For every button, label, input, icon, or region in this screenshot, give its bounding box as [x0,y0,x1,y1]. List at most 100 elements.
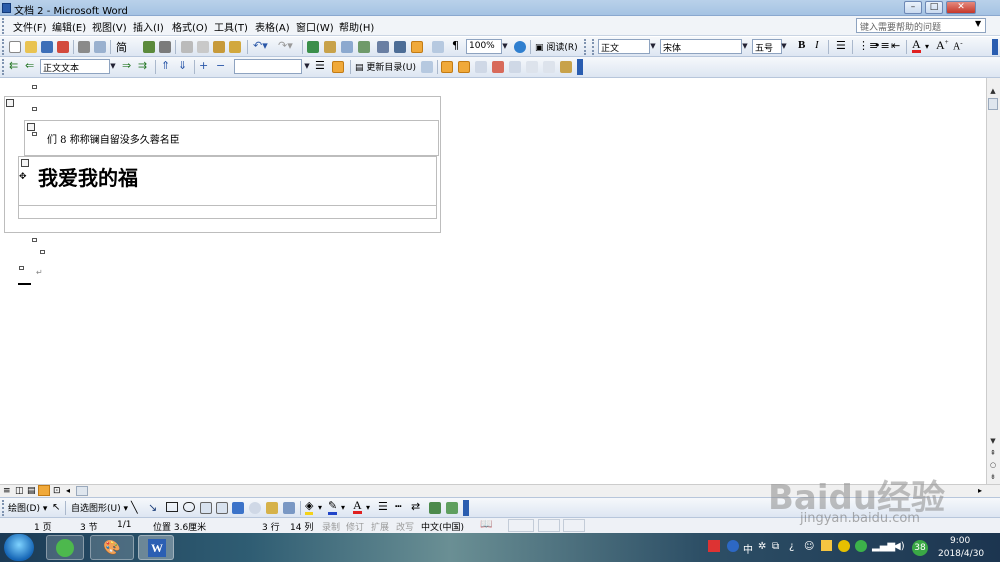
outline-expand-icon[interactable]: ✥ [19,172,27,182]
font-color-icon[interactable]: A [912,38,921,53]
simplified-chinese-icon[interactable]: 简 [116,39,127,55]
spelling-status-icon[interactable]: 📖 [480,519,492,530]
toolbar-end-grip[interactable] [584,39,587,55]
text-box-icon[interactable] [200,502,212,514]
tray-360-icon[interactable] [855,540,867,552]
bullets-icon[interactable]: •≡ [874,39,890,52]
demote-icon[interactable]: ⇒ [122,59,131,72]
italic-button[interactable]: I [815,39,819,51]
help-icon[interactable] [514,41,526,53]
tray-shield-icon[interactable]: ☺ [804,541,814,552]
expand-icon[interactable]: + [199,59,208,72]
toolbar-grip[interactable] [2,59,5,75]
toolbar-grip[interactable] [2,500,5,516]
scroll-up-icon[interactable]: ▲ [988,86,998,96]
taskbar-app-paint[interactable]: 🎨 [90,535,134,560]
taskbar-app-word[interactable]: W [138,535,174,560]
outline-level-dropdown-icon[interactable]: ▼ [108,60,118,73]
print-icon[interactable] [78,41,90,53]
permission-icon[interactable] [57,41,69,53]
toolbar-options-icon[interactable] [992,39,998,55]
menu-window[interactable]: 窗口(W) [296,19,334,34]
menu-help[interactable]: 帮助(H) [339,19,374,34]
grow-font-icon[interactable]: A+ [936,38,949,53]
insert-table-icon[interactable] [341,41,353,53]
status-overtype[interactable]: 改写 [396,520,414,533]
status-record[interactable]: 录制 [322,520,340,533]
collapse-icon[interactable]: − [216,59,225,72]
fill-color-icon[interactable]: ◈ [305,500,314,515]
tray-help-icon[interactable] [727,540,739,552]
line-style-icon[interactable]: ☰ [378,500,388,513]
line-color-dropdown-icon[interactable]: ▾ [341,503,345,512]
line-tool-icon[interactable]: ╲ [131,501,138,514]
previous-page-icon[interactable]: ⇞ [988,448,998,458]
collapse-subdocuments-icon[interactable] [458,61,470,73]
read-mode-button[interactable]: ▣ 阅读(R) [535,40,578,53]
tray-app3-icon[interactable] [838,540,850,552]
font-color-draw-dropdown-icon[interactable]: ▾ [366,503,370,512]
ime-settings-icon[interactable]: ✲ [758,541,766,552]
create-subdocument-icon[interactable] [475,61,487,73]
split-subdocument-icon[interactable] [543,61,555,73]
font-size-combo[interactable]: 五号 [752,39,782,54]
autoshapes-button[interactable]: 自选图形(U) ▾ [71,501,128,514]
move-down-icon[interactable]: ⇓ [178,59,187,72]
draw-menu-button[interactable]: 绘图(D) ▾ [8,501,47,514]
save-icon[interactable] [41,41,53,53]
rectangle-tool-icon[interactable] [166,502,178,512]
normal-view-icon[interactable]: ≡ [3,486,11,496]
status-extend[interactable]: 扩展 [371,520,389,533]
font-combo[interactable]: 宋体 [660,39,742,54]
close-button[interactable]: ✕ [946,1,976,14]
ime-edit-icon[interactable]: ⧉ [772,541,779,552]
open-folder-icon[interactable] [25,41,37,53]
toolbar-grip[interactable] [2,39,5,55]
vertical-text-box-icon[interactable] [216,502,228,514]
menu-file[interactable]: 文件(F) [13,19,47,34]
menu-view[interactable]: 视图(V) [92,19,127,34]
outline-view-icon[interactable] [38,485,50,496]
network-icon[interactable]: ▂▄▆ [872,541,895,552]
ime-punctuation-icon[interactable]: ¿ [789,541,794,552]
zoom-dropdown-icon[interactable]: ▼ [500,40,510,53]
promote-to-heading-icon[interactable]: ⇇ [9,59,18,72]
status-track-changes[interactable]: 修订 [346,520,364,533]
drawing-icon[interactable] [394,41,406,53]
scroll-left-icon[interactable]: ◂ [66,486,70,495]
master-document-view-icon[interactable] [441,61,453,73]
diagram-icon[interactable] [249,502,261,514]
show-formatting-icon[interactable] [332,61,344,73]
menu-format[interactable]: 格式(O) [172,19,208,34]
dash-style-icon[interactable]: ┅ [395,500,402,513]
tray-app2-icon[interactable] [821,540,832,551]
show-first-line-icon[interactable]: ☰ [315,59,325,72]
shadow-style-icon[interactable] [429,502,441,514]
show-hide-icon[interactable] [432,41,444,53]
fill-color-dropdown-icon[interactable]: ▾ [318,503,322,512]
subdocument-handle-2[interactable] [21,159,29,167]
bold-button[interactable]: B [798,39,805,51]
cut-icon[interactable] [181,41,193,53]
title-bar[interactable]: 文档 2 - Microsoft Word – □ ✕ [0,0,1000,17]
font-color-draw-icon[interactable]: A [353,499,362,514]
show-level-dropdown-icon[interactable]: ▼ [302,60,312,73]
scroll-right-icon[interactable]: ▸ [978,486,982,495]
font-dropdown-icon[interactable]: ▼ [740,40,750,53]
tray-badge[interactable]: 38 [912,540,928,556]
document-text-line[interactable]: 们 8 称称镧自留没多久蓉名臣 [47,131,180,146]
undo-icon[interactable]: ↶▾ [253,39,268,52]
clock-date[interactable]: 2018/4/30 [938,549,984,559]
insert-excel-icon[interactable] [358,41,370,53]
horizontal-scroll-thumb[interactable] [76,486,88,496]
font-color-dropdown-icon[interactable]: ▾ [925,42,929,51]
ime-indicator[interactable]: 中 [743,541,753,556]
outline-level-combo[interactable]: 正文文本 [40,59,110,74]
next-page-icon[interactable]: ⇟ [988,472,998,482]
move-up-icon[interactable]: ⇑ [161,59,170,72]
print-preview-icon[interactable] [94,41,106,53]
taskbar-app-360[interactable] [46,535,84,560]
print-layout-view-icon[interactable]: ▤ [27,486,36,496]
style-combo[interactable]: 正文 [598,39,650,54]
go-to-toc-icon[interactable] [421,61,433,73]
